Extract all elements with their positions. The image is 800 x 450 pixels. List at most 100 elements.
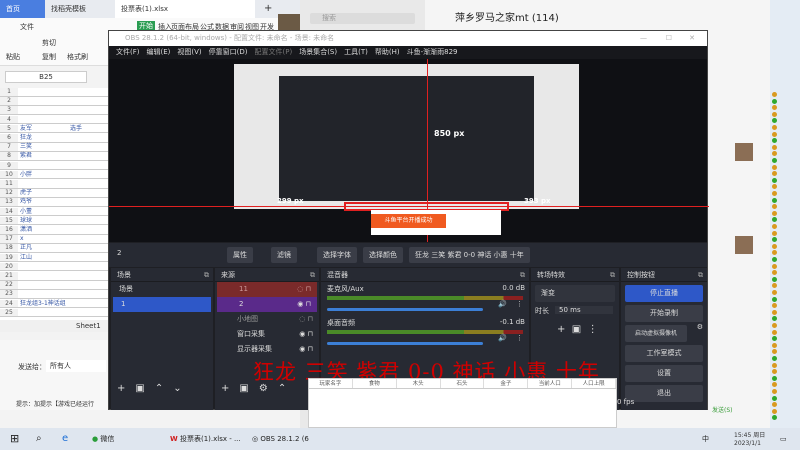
- text-field[interactable]: 狂龙 三笑 紫君 0-0 神话 小惠 十年: [409, 247, 530, 263]
- taskbar-wps[interactable]: W 投票表(1).xlsx - ...: [170, 428, 241, 450]
- cell-a[interactable]: 虎子: [20, 189, 32, 197]
- cut-button[interactable]: 剪切: [42, 38, 56, 48]
- wechat-search-input[interactable]: 搜索: [310, 13, 415, 24]
- sheet-row[interactable]: 2: [0, 97, 108, 106]
- more-icon[interactable]: ⋮: [516, 300, 523, 308]
- browser-icon[interactable]: e: [62, 428, 68, 450]
- sheet-row[interactable]: 19 江山: [0, 253, 108, 263]
- sheet-row[interactable]: 12 虎子: [0, 189, 108, 198]
- cell-a[interactable]: 正凡: [20, 244, 32, 252]
- remove-icon[interactable]: ▣: [572, 324, 581, 335]
- add-icon[interactable]: +: [557, 324, 565, 335]
- source-item[interactable]: 小地图 ◌ ⊓: [215, 312, 319, 327]
- send-to-select[interactable]: 所有人: [46, 360, 106, 372]
- clock-date[interactable]: 2023/1/1: [734, 440, 761, 447]
- sheet-row[interactable]: 20: [0, 262, 108, 272]
- sheet-tab[interactable]: Sheet1: [76, 322, 101, 330]
- sheet-row[interactable]: 23: [0, 290, 108, 300]
- scene-item-selected[interactable]: 1: [113, 297, 211, 312]
- sheet-row[interactable]: 13 鸡爷: [0, 198, 108, 208]
- cell-a[interactable]: 狂龙组3-1神话组: [20, 300, 66, 308]
- tab-xlsx[interactable]: 投票表(1).xlsx: [115, 0, 255, 18]
- speaker-icon[interactable]: 🔊: [498, 300, 507, 308]
- start-recording-button[interactable]: 开始录制: [625, 305, 703, 322]
- remove-icon[interactable]: ▣: [135, 383, 144, 394]
- sheet-row[interactable]: 17 x: [0, 235, 108, 244]
- sheet-row[interactable]: 21: [0, 272, 108, 281]
- menu-scene-collection[interactable]: 场景集合(S): [299, 48, 337, 56]
- speaker-icon[interactable]: 🔊: [498, 334, 507, 342]
- eye-icon[interactable]: ◉ ⊓: [297, 297, 311, 312]
- sheet-row[interactable]: 16 潇洒: [0, 226, 108, 235]
- eye-hidden-icon[interactable]: ◌ ⊓: [299, 312, 313, 327]
- sheet-row[interactable]: 22: [0, 281, 108, 290]
- taskbar-wechat[interactable]: ● 微信: [92, 428, 114, 450]
- cell-a[interactable]: 潇洒: [20, 226, 32, 234]
- cell-a[interactable]: x: [20, 235, 24, 243]
- cell-a[interactable]: 小胖: [20, 171, 32, 179]
- sheet-row[interactable]: 18 正凡: [0, 244, 108, 254]
- more-icon[interactable]: ⋮: [588, 324, 598, 335]
- cell-a[interactable]: 球球: [20, 217, 32, 225]
- transition-select[interactable]: 渐变: [535, 285, 615, 302]
- new-tab-button[interactable]: +: [258, 0, 272, 18]
- cell-a[interactable]: 三笑: [20, 143, 32, 151]
- add-icon[interactable]: +: [221, 383, 229, 394]
- cell-a[interactable]: 紫君: [20, 152, 32, 160]
- source-item[interactable]: 显示器采集 ◉ ⊓: [215, 342, 319, 357]
- sheet-row[interactable]: 7 三笑: [0, 143, 108, 152]
- sheet-row[interactable]: 5 友军 选手: [0, 124, 108, 134]
- cell-b[interactable]: 选手: [70, 125, 82, 133]
- menu-tools[interactable]: 工具(T): [344, 48, 368, 56]
- more-icon[interactable]: ⋮: [516, 334, 523, 342]
- sheet-row[interactable]: 15 球球: [0, 216, 108, 226]
- close-button[interactable]: ✕: [689, 31, 695, 46]
- gear-icon[interactable]: ⚙: [697, 323, 703, 331]
- cell-a[interactable]: 江山: [20, 254, 32, 262]
- eye-icon[interactable]: ◉ ⊓: [299, 342, 313, 357]
- name-box[interactable]: B25: [5, 71, 87, 83]
- clock-time[interactable]: 15:45 周日: [734, 430, 765, 439]
- filters-button[interactable]: 滤镜: [271, 247, 297, 263]
- sheet-row[interactable]: 11: [0, 180, 108, 189]
- duration-input[interactable]: 50 ms: [555, 306, 613, 314]
- menu-edit[interactable]: 编辑(E): [147, 48, 171, 56]
- sheet-row[interactable]: 24 狂龙组3-1神话组: [0, 299, 108, 309]
- sheet-row[interactable]: 1: [0, 88, 108, 97]
- copy-button[interactable]: 复制: [42, 52, 56, 62]
- settings-button[interactable]: 设置: [625, 365, 703, 382]
- sheet-row[interactable]: 10 小胖: [0, 170, 108, 180]
- source-item[interactable]: 窗口采集 ◉ ⊓: [215, 327, 319, 342]
- cell-a[interactable]: 狂龙: [20, 134, 32, 142]
- file-menu[interactable]: 文件: [20, 22, 34, 32]
- send-button[interactable]: 发送(S): [712, 405, 733, 414]
- spreadsheet-grid[interactable]: 1 2 3 4 5 友军 选手 6 狂龙 7 三笑 8 紫君 9 10 小胖 11 12 虎子 13 鸡爷 14 小董 15 球…: [0, 88, 108, 320]
- move-down-icon[interactable]: ⌄: [173, 383, 181, 394]
- source-item[interactable]: 11 ◌ ⊓: [217, 282, 317, 297]
- menu-profile[interactable]: 配置文件(P): [255, 48, 293, 56]
- add-icon[interactable]: +: [117, 383, 125, 394]
- exit-button[interactable]: 退出: [625, 385, 703, 402]
- tab-templates[interactable]: 找稻壳模板: [45, 0, 115, 18]
- volume-slider[interactable]: [327, 308, 483, 311]
- tab-home[interactable]: 首页: [0, 0, 45, 18]
- menu-help[interactable]: 帮助(H): [375, 48, 400, 56]
- sheet-row[interactable]: 4: [0, 115, 108, 125]
- cell-a[interactable]: 小董: [20, 208, 32, 216]
- volume-slider[interactable]: [327, 342, 483, 345]
- format-painter-button[interactable]: 格式刷: [67, 52, 88, 62]
- properties-button[interactable]: 属性: [227, 247, 253, 263]
- menu-douyu[interactable]: 斗鱼-渐渐雨829: [407, 48, 458, 56]
- eye-icon[interactable]: ◉ ⊓: [299, 327, 313, 342]
- sheet-row[interactable]: 6 狂龙: [0, 134, 108, 143]
- search-icon[interactable]: ⌕: [36, 428, 42, 450]
- menu-file[interactable]: 文件(F): [116, 48, 140, 56]
- menu-view[interactable]: 视图(V): [177, 48, 201, 56]
- remove-icon[interactable]: ▣: [239, 383, 248, 394]
- minimize-button[interactable]: —: [640, 31, 647, 46]
- sheet-row[interactable]: 9: [0, 161, 108, 171]
- ime-indicator[interactable]: 中: [702, 428, 709, 450]
- sheet-row[interactable]: 14 小董: [0, 207, 108, 217]
- cell-a[interactable]: 友军: [20, 125, 32, 133]
- sheet-row[interactable]: 8 紫君: [0, 152, 108, 162]
